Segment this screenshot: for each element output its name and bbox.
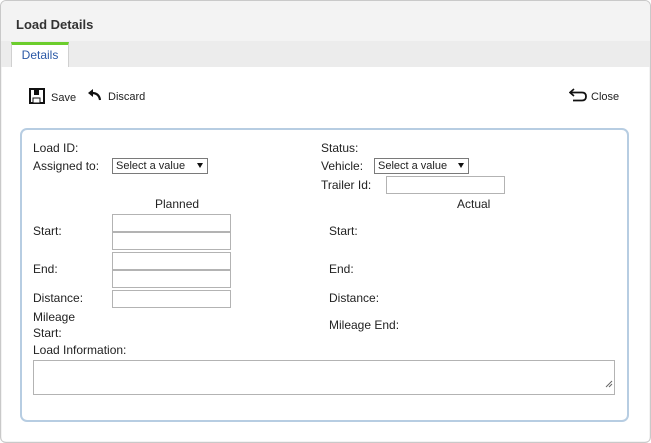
title-bar: Load Details — [1, 1, 650, 41]
return-arrow-icon — [568, 88, 587, 105]
window-title: Load Details — [16, 17, 94, 32]
details-content: Save Discard Close Load ID: Assigned to:… — [2, 67, 649, 441]
tab-strip: Details — [1, 41, 650, 67]
load-details-window: Load Details Details Save Discard Close … — [0, 0, 651, 443]
planned-end-date-input[interactable] — [112, 252, 231, 270]
actual-end-label: End: — [329, 262, 354, 276]
vehicle-value: Select a value — [378, 160, 448, 172]
planned-start-date-input[interactable] — [112, 214, 231, 232]
status-label: Status: — [321, 141, 359, 155]
assigned-to-label: Assigned to: — [33, 159, 100, 173]
load-information-textarea[interactable] — [33, 360, 615, 395]
chevron-down-icon — [197, 163, 203, 168]
close-label: Close — [591, 90, 620, 103]
planned-heading: Planned — [155, 197, 200, 211]
save-label: Save — [51, 91, 77, 104]
discard-label: Discard — [108, 90, 146, 103]
actual-distance-label: Distance: — [329, 291, 380, 305]
load-form-panel: Load ID: Assigned to: Select a value Sta… — [20, 128, 629, 422]
planned-distance-input[interactable] — [112, 290, 231, 308]
trailer-id-input[interactable] — [386, 176, 505, 194]
undo-arrow-icon — [87, 88, 102, 105]
vehicle-label: Vehicle: — [321, 159, 364, 173]
tab-details[interactable]: Details — [11, 42, 69, 67]
vehicle-select[interactable]: Select a value — [374, 158, 469, 174]
planned-start-label: Start: — [33, 224, 62, 238]
save-button[interactable]: Save — [29, 88, 76, 107]
mileage-start-label-line1: Mileage — [33, 310, 76, 324]
mileage-start-label-line2: Start: — [33, 326, 62, 340]
close-button[interactable]: Close — [568, 88, 620, 105]
assigned-to-value: Select a value — [116, 160, 186, 172]
planned-end-time-input[interactable] — [112, 270, 231, 288]
assigned-to-select[interactable]: Select a value — [112, 158, 208, 174]
planned-start-time-input[interactable] — [112, 232, 231, 250]
resize-grip-icon[interactable] — [604, 375, 613, 393]
actual-start-label: Start: — [329, 224, 358, 238]
load-information-label: Load Information: — [33, 343, 127, 357]
planned-end-label: End: — [33, 262, 58, 276]
load-id-label: Load ID: — [33, 141, 79, 155]
mileage-end-label: Mileage End: — [329, 318, 400, 332]
save-icon — [29, 88, 45, 107]
planned-distance-label: Distance: — [33, 291, 84, 305]
actual-heading: Actual — [457, 197, 491, 211]
discard-button[interactable]: Discard — [87, 88, 145, 105]
trailer-id-label: Trailer Id: — [321, 178, 372, 192]
chevron-down-icon — [458, 163, 464, 168]
